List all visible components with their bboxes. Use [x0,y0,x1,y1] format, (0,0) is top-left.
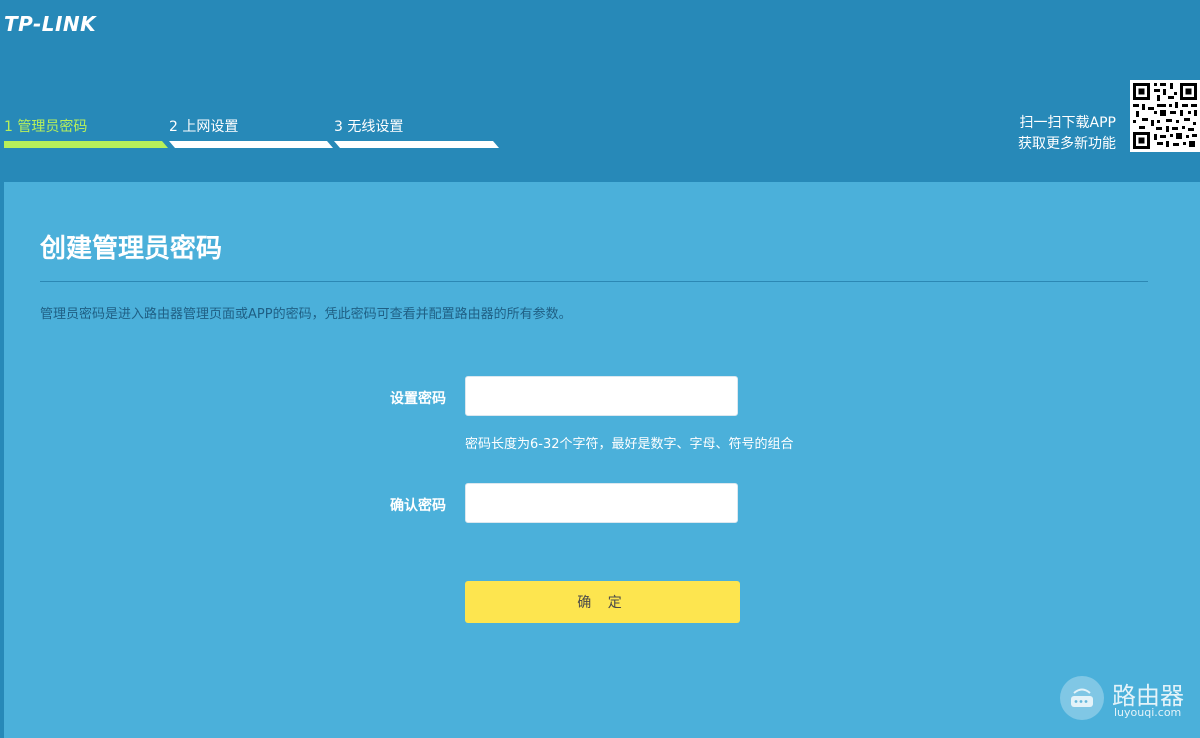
page-title: 创建管理员密码 [40,234,223,264]
password-input[interactable] [465,376,738,416]
step-progress-bar [4,141,168,148]
app-download-promo: 扫一扫下载APP 获取更多新功能 [1018,113,1116,155]
step-wireless-setup[interactable]: 3 无线设置 [334,116,499,150]
step-admin-password[interactable]: 1 管理员密码 [4,116,168,150]
tp-link-logo: TP-LINK [4,12,97,36]
title-divider [40,281,1148,282]
watermark-url: luyouqi.com [1114,706,1182,719]
confirm-password-input[interactable] [465,483,738,523]
confirm-password-label: 确认密码 [390,498,446,514]
step-progress-bar [334,141,499,148]
app-promo-line2: 获取更多新功能 [1018,136,1116,152]
step-label: 2 上网设置 [169,119,239,135]
header: TP-LINK 1 管理员密码 2 上网设置 3 无线设置 扫一扫下载APP 获… [0,0,1200,182]
main-panel: 创建管理员密码 管理员密码是进入路由器管理页面或APP的密码，凭此密码可查看并配… [4,182,1200,738]
step-progress-bar [169,141,333,148]
qr-code-icon [1130,80,1200,152]
router-icon [1060,676,1104,720]
step-label: 3 无线设置 [334,119,404,135]
watermark: 路由器 luyouqi.com [1060,676,1200,726]
page-description: 管理员密码是进入路由器管理页面或APP的密码，凭此密码可查看并配置路由器的所有参… [40,307,572,322]
step-label: 1 管理员密码 [4,119,88,135]
step-internet-setup[interactable]: 2 上网设置 [169,116,333,150]
app-promo-line1: 扫一扫下载APP [1019,115,1116,131]
confirm-button[interactable]: 确 定 [465,581,740,623]
password-label: 设置密码 [390,391,446,407]
password-hint: 密码长度为6-32个字符，最好是数字、字母、符号的组合 [465,437,794,452]
